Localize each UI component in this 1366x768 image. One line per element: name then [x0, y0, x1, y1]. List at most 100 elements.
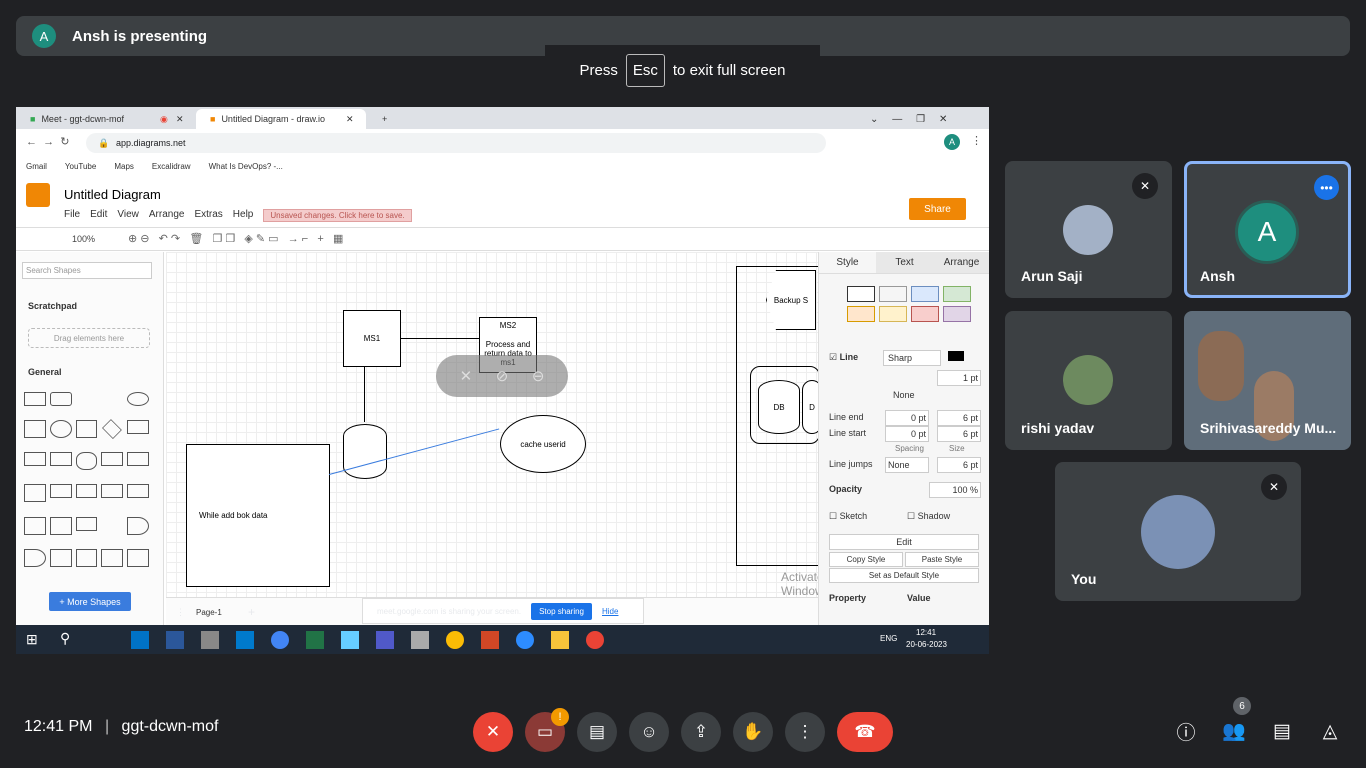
participant-tile[interactable]: ✕ Arun Saji: [1005, 161, 1172, 298]
esc-key: Esc: [625, 53, 665, 87]
camera-toggle-button[interactable]: ▭ !: [525, 708, 569, 752]
line-color-swatch[interactable]: [948, 351, 964, 361]
stop-sharing-button[interactable]: Stop sharing: [531, 602, 592, 620]
taskbar-time[interactable]: 12:41: [916, 628, 936, 637]
language-indicator[interactable]: ENG: [880, 634, 897, 643]
menu-arrange[interactable]: Arrange: [149, 209, 185, 222]
participant-tile-active[interactable]: A ••• Ansh: [1184, 161, 1351, 298]
taskbar-apps[interactable]: [131, 631, 604, 649]
tab-text[interactable]: Text: [876, 252, 933, 273]
nav-icons[interactable]: ← → ↻: [26, 135, 69, 148]
leave-call-button[interactable]: ☎: [837, 712, 893, 752]
line-end-spacing[interactable]: 0 pt: [885, 410, 929, 426]
participant-tile-video[interactable]: Srihivasareddy Mu...: [1184, 311, 1351, 450]
connector-ms1-db[interactable]: [364, 367, 365, 422]
line-style-select[interactable]: Sharp: [883, 350, 941, 366]
opacity-input[interactable]: 100 %: [929, 482, 981, 498]
close-icon[interactable]: ✕: [346, 114, 354, 125]
bookmark-gmail[interactable]: Gmail: [26, 162, 47, 171]
paste-style-button[interactable]: Paste Style: [905, 552, 979, 567]
share-button[interactable]: Share: [909, 198, 966, 220]
menu-extras[interactable]: Extras: [194, 209, 222, 222]
window-controls[interactable]: ⌄ — ❐ ✕: [856, 109, 947, 129]
line-end-size[interactable]: 6 pt: [937, 410, 981, 426]
waypoint-select[interactable]: None: [893, 390, 915, 400]
minimize-icon[interactable]: ⊖: [532, 367, 545, 385]
toolbar-icons[interactable]: ⊕ ⊖ ↶ ↷ 🗑 ❐ ❐ ◈ ✎ ▭ → ⌐ + ▦: [128, 232, 343, 245]
tab-meet[interactable]: ■ Meet - ggt-dcwn-mof ◉ ✕: [16, 109, 196, 129]
menu-view[interactable]: View: [117, 209, 139, 222]
people-icon[interactable]: 👥 6: [1217, 697, 1251, 748]
meeting-details-icon[interactable]: ⓘ: [1169, 714, 1203, 748]
shape-cylinder[interactable]: [343, 424, 387, 479]
line-checkbox[interactable]: ☑ Line: [829, 352, 858, 363]
shape-backup[interactable]: Backup S: [766, 270, 816, 330]
address-bar: ← → ↻ 🔒 app.diagrams.net A ⋮: [16, 129, 989, 157]
set-default-style-button[interactable]: Set as Default Style: [829, 568, 979, 583]
participant-tile-self[interactable]: ✕ You: [1055, 462, 1301, 601]
menu-file[interactable]: File: [64, 209, 80, 222]
new-tab-icon[interactable]: +: [368, 109, 387, 129]
search-icon[interactable]: ⚲: [60, 630, 70, 647]
scratchpad-drop-zone[interactable]: Drag elements here: [28, 328, 150, 348]
scratchpad-label[interactable]: Scratchpad: [28, 301, 77, 311]
page-tab[interactable]: Page-1: [196, 608, 222, 617]
line-jumps-select[interactable]: None: [885, 457, 929, 473]
hide-link[interactable]: Hide: [602, 607, 618, 616]
shape-while[interactable]: While add bok data: [186, 444, 330, 587]
page-menu-icon[interactable]: ⋮: [176, 607, 185, 618]
menu-edit[interactable]: Edit: [90, 209, 107, 222]
line-start-size[interactable]: 6 pt: [937, 426, 981, 442]
shape-palette[interactable]: [24, 392, 149, 577]
present-button[interactable]: ⇪: [681, 712, 721, 752]
shadow-checkbox[interactable]: ☐ Shadow: [907, 511, 950, 522]
diagram-canvas[interactable]: MS1 MS2 Process and return data to ms1 W…: [166, 252, 818, 597]
shape-ms1[interactable]: MS1: [343, 310, 401, 367]
connector-ms1-ms2[interactable]: [401, 338, 479, 339]
chat-icon[interactable]: ▤: [1265, 714, 1299, 748]
captions-button[interactable]: ▤: [577, 712, 617, 752]
bookmark-excalidraw[interactable]: Excalidraw: [152, 162, 191, 171]
profile-avatar[interactable]: A: [944, 134, 960, 150]
unsaved-banner[interactable]: Unsaved changes. Click here to save.: [263, 209, 412, 222]
activities-icon[interactable]: ◬: [1313, 714, 1347, 748]
more-shapes-button[interactable]: + More Shapes: [49, 592, 131, 611]
more-options-button[interactable]: ⋮: [785, 712, 825, 752]
bookmark-maps[interactable]: Maps: [114, 162, 134, 171]
participant-tile[interactable]: rishi yadav: [1005, 311, 1172, 450]
meet-floating-controls[interactable]: ✕ ⊘ ⊖: [436, 355, 568, 397]
copy-style-button[interactable]: Copy Style: [829, 552, 903, 567]
diagram-title[interactable]: Untitled Diagram: [64, 187, 161, 202]
general-label[interactable]: General: [28, 367, 62, 377]
shape-db2[interactable]: D: [802, 380, 818, 434]
tab-arrange[interactable]: Arrange: [933, 252, 989, 273]
zoom-level[interactable]: 100%: [72, 234, 95, 244]
line-start-spacing[interactable]: 0 pt: [885, 426, 929, 442]
mic-toggle-button[interactable]: ✕: [473, 712, 513, 752]
kebab-menu-icon[interactable]: ⋮: [971, 134, 982, 147]
emoji-button[interactable]: ☺: [629, 712, 669, 752]
shape-db[interactable]: DB: [758, 380, 800, 434]
bookmark-youtube[interactable]: YouTube: [65, 162, 96, 171]
sketch-checkbox[interactable]: ☐ Sketch: [829, 511, 867, 522]
add-page-icon[interactable]: +: [248, 605, 255, 619]
more-options-icon[interactable]: •••: [1314, 175, 1339, 200]
line-width-input[interactable]: 1 pt: [937, 370, 981, 386]
tab-style[interactable]: Style: [819, 252, 876, 273]
bookmark-devops[interactable]: What Is DevOps? -...: [209, 162, 283, 171]
windows-start-icon[interactable]: ⊞: [26, 631, 38, 648]
line-jumps-size[interactable]: 6 pt: [937, 457, 981, 473]
taskbar-date[interactable]: 20-06-2023: [906, 640, 947, 649]
style-swatches[interactable]: [847, 286, 971, 322]
edit-style-button[interactable]: Edit: [829, 534, 979, 550]
speaker-off-icon[interactable]: ⊘: [496, 367, 509, 385]
close-icon[interactable]: ✕: [176, 114, 184, 125]
tab-drawio[interactable]: ■ Untitled Diagram - draw.io ✕: [196, 109, 366, 129]
menu-help[interactable]: Help: [233, 209, 254, 222]
mic-off-icon[interactable]: ✕: [460, 367, 473, 385]
shape-cache[interactable]: cache userid: [500, 415, 586, 473]
raise-hand-button[interactable]: ✋: [733, 712, 773, 752]
shared-screen: ■ Meet - ggt-dcwn-mof ◉ ✕ ■ Untitled Dia…: [16, 107, 989, 654]
search-shapes-input[interactable]: Search Shapes: [22, 262, 152, 279]
url-field[interactable]: 🔒 app.diagrams.net: [86, 133, 826, 153]
